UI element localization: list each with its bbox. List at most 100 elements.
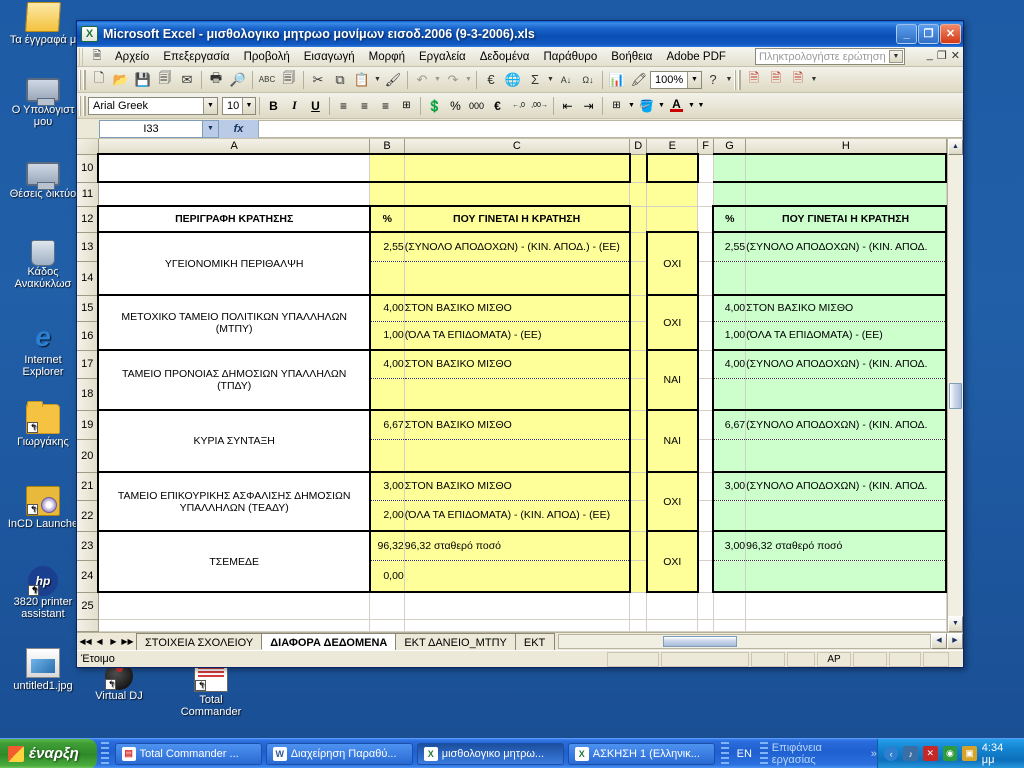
- cell-A19[interactable]: ΚΥΡΙΑ ΣΥΝΤΑΞΗ: [97, 409, 371, 473]
- cell-G18[interactable]: [712, 378, 747, 411]
- cell-D20[interactable]: [629, 439, 648, 473]
- cell-E11[interactable]: [646, 182, 699, 207]
- desktop-toolbar-label[interactable]: Επιφάνεια εργασίας: [772, 742, 867, 766]
- cell-B21[interactable]: 3,00: [368, 471, 405, 501]
- menu-item-tools[interactable]: Εργαλεία: [412, 49, 473, 65]
- chevron-down-icon[interactable]: ▼: [889, 50, 903, 63]
- row-header-19[interactable]: 19: [77, 410, 99, 440]
- cell-D22[interactable]: [629, 500, 648, 532]
- cell-H19[interactable]: (ΣΥΝΟΛΟ ΑΠΟΔΟΧΩΝ) - (ΚΙΝ. ΑΠΟΔ.: [745, 409, 947, 440]
- cell-B24[interactable]: 0,00: [368, 560, 405, 593]
- align-center-button[interactable]: ≡: [354, 96, 375, 116]
- cell-A21[interactable]: ΤΑΜΕΙΟ ΕΠΙΚΟΥΡΙΚΗΣ ΑΣΦΑΛΙΣΗΣ ΔΗΜΟΣΙΩΝ ΥΠ…: [97, 471, 371, 532]
- network-disconnected-icon[interactable]: ✕: [923, 746, 938, 761]
- cell-D25[interactable]: [629, 592, 648, 620]
- cell-F20[interactable]: [697, 439, 714, 473]
- comma-style-button[interactable]: 000: [466, 96, 487, 116]
- cell-B23[interactable]: 96,32: [368, 530, 405, 561]
- row-header-18[interactable]: 18: [77, 378, 99, 411]
- row-header-13[interactable]: 13: [77, 232, 99, 262]
- desktop-icon-internet-explorer[interactable]: e Internet Explorer: [4, 322, 82, 379]
- media-player-icon[interactable]: ♪: [903, 746, 919, 761]
- cell-E12[interactable]: [646, 206, 699, 233]
- prev-sheet-button[interactable]: ◀: [93, 637, 106, 646]
- cell-C11[interactable]: [404, 182, 631, 207]
- cell-H23[interactable]: 96,32 σταθερό ποσό: [745, 530, 947, 561]
- desktop-icon-virtual-dj[interactable]: ↰ Virtual DJ: [80, 662, 158, 702]
- adobe-toolbar-grip-handle[interactable]: [734, 69, 741, 90]
- cell-D10[interactable]: [629, 154, 648, 183]
- taskbar-grip-handle[interactable]: [100, 741, 109, 766]
- cell-B19[interactable]: 6,67: [368, 409, 405, 440]
- cell-F13[interactable]: [697, 232, 714, 262]
- help-icon[interactable]: ?: [702, 69, 724, 91]
- cell-H14[interactable]: [745, 261, 947, 296]
- cell-B16[interactable]: 1,00: [368, 321, 405, 351]
- cut-icon[interactable]: ✂: [307, 69, 329, 91]
- cell-C26[interactable]: [404, 619, 631, 632]
- cell-E15[interactable]: ΟΧΙ: [645, 294, 699, 351]
- increase-decimal-button[interactable]: ←,0: [508, 96, 529, 116]
- show-hidden-icons-icon[interactable]: ‹: [883, 746, 899, 761]
- cell-F23[interactable]: [697, 531, 714, 561]
- borders-button[interactable]: ⊞: [606, 96, 627, 116]
- cell-H21[interactable]: (ΣΥΝΟΛΟ ΑΠΟΔΟΧΩΝ) - (ΚΙΝ. ΑΠΟΔ.: [745, 471, 947, 501]
- row-header-24[interactable]: 24: [77, 560, 99, 593]
- desktop-icon-recycle-bin[interactable]: Κάδος Ανακύκλωσ: [4, 240, 82, 290]
- last-sheet-button[interactable]: ▶▶: [121, 637, 134, 646]
- cell-H25[interactable]: [745, 592, 947, 620]
- vertical-scroll-thumb[interactable]: [949, 383, 962, 409]
- decrease-decimal-button[interactable]: ,00→: [529, 96, 550, 116]
- cell-F14[interactable]: [697, 261, 714, 296]
- cell-A26[interactable]: [98, 619, 371, 632]
- font-color-button[interactable]: A: [666, 96, 687, 116]
- doc-restore-button[interactable]: ❐: [937, 49, 947, 62]
- toolbar-grip-handle[interactable]: [79, 69, 86, 90]
- undo-icon[interactable]: ↶: [411, 69, 433, 91]
- cell-C18[interactable]: [403, 378, 631, 411]
- cell-C15[interactable]: ΣΤΟΝ ΒΑΣΙΚΟ ΜΙΣΘΟ: [403, 294, 631, 322]
- cell-B13[interactable]: 2,55: [368, 231, 405, 262]
- cell-G19[interactable]: 6,67: [712, 409, 747, 440]
- cell-F16[interactable]: [697, 321, 714, 351]
- insert-function-icon[interactable]: fx: [219, 119, 259, 138]
- cell-H15[interactable]: ΣΤΟΝ ΒΑΣΙΚΟ ΜΙΣΘΟ: [745, 294, 947, 322]
- cell-B22[interactable]: 2,00: [368, 500, 405, 532]
- cell-G15[interactable]: 4,00: [712, 294, 747, 322]
- name-box-chevron-down-icon[interactable]: ▼: [203, 119, 219, 138]
- column-header-A[interactable]: A: [98, 139, 371, 155]
- row-header-21[interactable]: 21: [77, 472, 99, 501]
- cell-G10[interactable]: [712, 153, 747, 183]
- cell-C21[interactable]: ΣΤΟΝ ΒΑΣΙΚΟ ΜΙΣΘΟ: [403, 471, 631, 501]
- cell-C22[interactable]: (ΌΛΑ ΤΑ ΕΠΙΔΟΜΑΤΑ) - (ΚΙΝ. ΑΠΟΔ) - (ΕΕ): [403, 500, 631, 532]
- menu-item-data[interactable]: Δεδομένα: [473, 49, 537, 65]
- cell-C13[interactable]: (ΣΥΝΟΛΟ ΑΠΟΔΟΧΩΝ) - (ΚΙΝ. ΑΠΟΔ.) - (ΕΕ): [403, 231, 631, 262]
- menu-item-file[interactable]: Αρχείο: [108, 49, 156, 65]
- desktop-icon-incd-launcher[interactable]: ↰ InCD Launche: [4, 486, 82, 530]
- cell-B10[interactable]: [369, 153, 405, 183]
- cell-H13[interactable]: (ΣΥΝΟΛΟ ΑΠΟΔΟΧΩΝ) - (ΚΙΝ. ΑΠΟΔ.: [745, 231, 947, 262]
- restore-button[interactable]: ❐: [918, 24, 939, 44]
- cell-D11[interactable]: [629, 182, 648, 207]
- cell-E19[interactable]: ΝΑΙ: [645, 409, 699, 473]
- cell-G25[interactable]: [713, 592, 747, 620]
- increase-indent-button[interactable]: ⇥: [578, 96, 599, 116]
- column-header-H[interactable]: H: [745, 139, 947, 155]
- cell-F21[interactable]: [697, 472, 714, 501]
- language-indicator[interactable]: EN: [733, 748, 756, 760]
- cell-G13[interactable]: 2,55: [712, 231, 747, 262]
- cell-H11[interactable]: [745, 182, 947, 207]
- row-header-16[interactable]: 16: [77, 321, 99, 351]
- grid-cells-area[interactable]: A B C D E F G H 10 11 12 ΠΕΡΙΓΡΑΦΗ ΚΡΑΤΗ…: [77, 139, 947, 632]
- cell-D17[interactable]: [629, 350, 648, 379]
- column-header-E[interactable]: E: [646, 139, 699, 155]
- cell-F17[interactable]: [697, 350, 714, 379]
- fill-color-button[interactable]: 🪣: [636, 96, 657, 116]
- euro-style-button[interactable]: €: [487, 96, 508, 116]
- cell-B25[interactable]: [369, 592, 405, 620]
- sort-ascending-icon[interactable]: A↓: [555, 69, 577, 91]
- cell-C10[interactable]: [404, 153, 631, 183]
- percent-style-button[interactable]: %: [445, 96, 466, 116]
- cell-A13[interactable]: ΥΓΕΙΟΝΟΜΙΚΗ ΠΕΡΙΘΑΛΨΗ: [97, 231, 371, 296]
- chevron-down-icon[interactable]: ▼: [242, 97, 255, 114]
